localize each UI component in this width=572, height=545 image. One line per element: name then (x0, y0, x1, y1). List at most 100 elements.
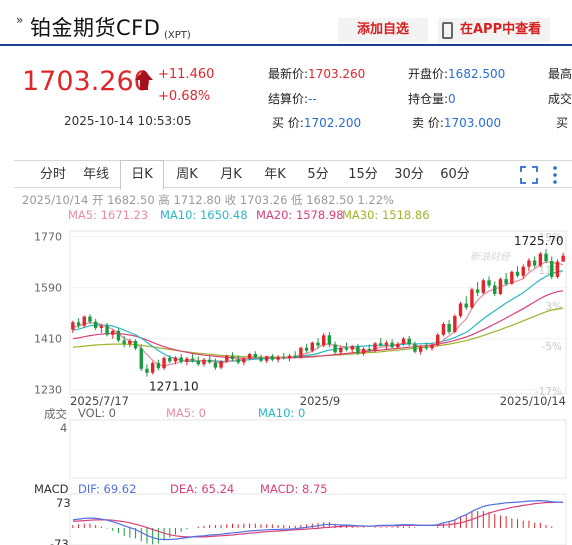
volume-label: 成交 (548, 92, 572, 106)
candle-body (441, 323, 446, 335)
candle-body (190, 358, 195, 361)
up-arrow-icon-stem (140, 79, 148, 90)
period-tabs: 分时 年线 日K 周K 月K 年K 5分 15分 30分 60分 (14, 160, 572, 190)
candle-body (168, 357, 172, 362)
candle-body (299, 347, 303, 358)
candle-body (219, 361, 223, 368)
candle-body (401, 338, 406, 344)
candle-body (122, 340, 126, 344)
open-in-app-button[interactable]: 在APP中查看 (438, 18, 550, 42)
settle-price-value: -- (308, 92, 317, 106)
tab-monthly-k[interactable]: 月K (216, 161, 246, 189)
candle-body (162, 357, 166, 369)
current-price: 1703.260 (22, 66, 151, 97)
buy-label: 买 (556, 116, 569, 130)
open-interest-label: 持仓量: (408, 92, 449, 106)
candle-body (156, 363, 161, 369)
candle-body (116, 330, 121, 341)
candle-body (538, 253, 543, 266)
candle-body (327, 335, 332, 345)
tab-daily-k[interactable]: 日K (120, 160, 164, 190)
bid-price-label: 买 价: (272, 116, 304, 130)
macd-dea-line (72, 501, 564, 538)
tab-5min[interactable]: 5分 (306, 161, 330, 189)
candle-body (447, 323, 451, 332)
price-change-percent: +0.68% (158, 89, 211, 104)
candle-body (561, 255, 565, 262)
instrument-code: (XPT) (164, 30, 191, 41)
candle-body (555, 261, 560, 277)
tab-intraday[interactable]: 分时 (36, 161, 70, 189)
percent-tick-label: -5% (542, 341, 562, 353)
tab-30min[interactable]: 30分 (394, 161, 424, 189)
collapse-icon[interactable]: » (16, 13, 23, 27)
candle-body (527, 260, 531, 267)
candle-body (207, 359, 212, 363)
tab-yearly-k[interactable]: 年K (260, 161, 290, 189)
candle-body (88, 316, 92, 322)
candle-body (253, 354, 257, 358)
candle-body (333, 344, 337, 353)
tab-60min[interactable]: 60分 (440, 161, 470, 189)
candle-body (498, 279, 503, 294)
candle-body (390, 342, 394, 348)
settle-price-label: 结算价: (268, 92, 309, 106)
candle-body (316, 342, 320, 346)
more-icon[interactable] (552, 165, 558, 185)
candle-body (481, 280, 486, 293)
candle-body (179, 357, 183, 362)
candle-body (379, 343, 383, 345)
candle-body (373, 343, 377, 351)
candle-body (145, 368, 149, 373)
candle-body (436, 334, 440, 345)
candle-body (344, 347, 349, 350)
bid-price-row: 买 价:1702.200 (272, 114, 361, 131)
page-header: » 铂金期货CFD (XPT) 添加自选 在APP中查看 (0, 0, 572, 46)
tab-yearline[interactable]: 年线 (79, 161, 113, 189)
candle-body (242, 358, 246, 363)
candle-body (99, 325, 104, 328)
candle-body (93, 321, 98, 328)
bid-price-value: 1702.200 (303, 116, 362, 130)
price-tick-label: 1230 (34, 384, 62, 397)
open-interest-value: 0 (448, 92, 456, 106)
candle-body (464, 303, 468, 308)
quote-timestamp: 2025-10-14 10:53:05 (64, 114, 192, 128)
ma30-series-line (72, 307, 564, 358)
candle-body (304, 347, 309, 351)
open-price-label: 开盘价: (408, 67, 449, 81)
ask-price-value: 1703.000 (443, 116, 502, 130)
add-watchlist-button[interactable]: 添加自选 (338, 18, 428, 42)
open-price-value: 1682.500 (448, 67, 506, 81)
candle-body (213, 362, 218, 368)
open-in-app-label: 在APP中查看 (460, 22, 542, 37)
settle-price-row: 结算价:-- (268, 90, 317, 107)
tab-weekly-k[interactable]: 周K (172, 161, 202, 189)
candle-body (453, 316, 457, 332)
candle-body (544, 253, 548, 262)
price-tick-label: 1410 (34, 333, 62, 346)
max-price-label: 1725.70 (514, 234, 564, 248)
candle-body (264, 356, 269, 361)
latest-price-label: 最新价: (268, 67, 309, 81)
macd-panel-frame (69, 493, 567, 545)
candle-body (310, 342, 315, 351)
ask-price-label: 卖 价: (412, 116, 444, 130)
ask-price-row: 卖 价:1703.000 (412, 114, 501, 131)
candle-body (458, 303, 463, 317)
candle-body (139, 348, 143, 369)
candle-body (356, 346, 360, 354)
candle-body (173, 357, 178, 362)
candle-body (504, 279, 508, 284)
candle-body (230, 355, 235, 360)
fullscreen-icon[interactable] (520, 166, 538, 184)
date-tick-label: 2025/9 (300, 394, 340, 408)
tab-15min[interactable]: 15分 (348, 161, 378, 189)
latest-price-value: 1703.260 (308, 67, 366, 81)
candle-body (521, 266, 525, 276)
kline-chart[interactable]: 177015901410123019%11%3%-5%-17%新浪财经1725.… (0, 190, 572, 545)
candle-body (515, 271, 520, 276)
candle-body (367, 348, 372, 351)
candle-body (396, 343, 400, 348)
price-tick-label: 1770 (34, 231, 62, 244)
